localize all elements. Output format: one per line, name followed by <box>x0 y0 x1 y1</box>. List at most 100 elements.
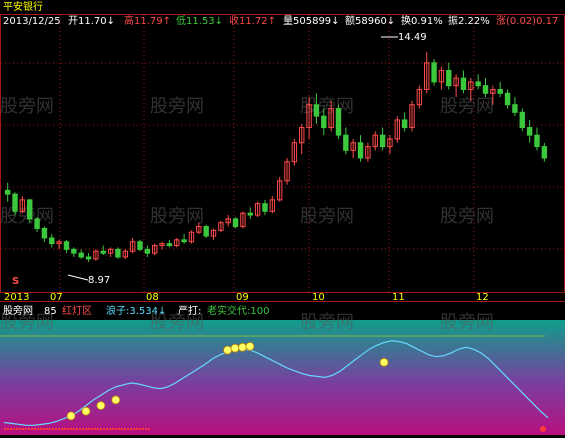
x-tick-label: 09 <box>236 292 249 303</box>
candle <box>357 135 364 162</box>
signal-dot <box>148 428 150 430</box>
change-value: 涨(0.02)0.17 <box>496 15 558 27</box>
indicator-marker <box>245 341 255 351</box>
signal-dot <box>118 428 120 430</box>
candle <box>416 85 423 109</box>
candle <box>387 135 393 155</box>
candle-body <box>446 69 452 87</box>
candle <box>541 142 548 162</box>
candle <box>78 249 84 259</box>
watermark-text: 股旁网 <box>440 206 494 227</box>
candle <box>71 247 77 257</box>
candle <box>56 239 62 250</box>
candle-body <box>379 134 386 148</box>
candle-body <box>431 62 437 83</box>
candle-body <box>166 243 173 247</box>
x-tick-label: 07 <box>50 292 63 303</box>
sell-signal-marker: S <box>12 276 19 287</box>
signal-dot <box>139 428 141 430</box>
candle <box>276 177 283 202</box>
watermark-text: 股旁网 <box>300 206 354 227</box>
candle-body <box>247 212 253 216</box>
candle <box>512 97 518 117</box>
signal-dot <box>31 428 33 430</box>
candle-body <box>343 134 349 151</box>
signal-dot <box>112 428 114 430</box>
signal-dot <box>145 428 147 430</box>
watermark-text: 股旁网 <box>300 312 354 333</box>
signal-dot <box>61 428 63 430</box>
candle <box>475 74 481 90</box>
indicator-marker <box>96 401 106 410</box>
candle <box>526 119 533 143</box>
indicator-marker <box>379 357 389 367</box>
candle <box>210 228 217 240</box>
amplitude-value: 振2.22% <box>448 14 490 27</box>
indicator-name: 股旁网 <box>3 304 33 317</box>
candle <box>262 199 268 216</box>
candle-body <box>232 218 239 228</box>
indicator-marker <box>230 343 240 353</box>
candle <box>93 249 99 261</box>
candle-body <box>27 199 33 220</box>
signal-dot <box>34 428 36 430</box>
candle <box>372 131 378 151</box>
candle <box>401 112 408 132</box>
signal-dot <box>127 428 129 430</box>
candle <box>137 239 143 252</box>
signal-dot <box>130 428 132 430</box>
candle-body <box>526 127 533 136</box>
signal-dot <box>73 428 75 430</box>
kline-chart-window[interactable]: 股旁网 股旁网 股旁网 股旁网 股旁网 股旁网 股旁网 股旁网 平安银行 2013/12/25… <box>0 0 565 435</box>
candle <box>232 217 239 229</box>
kline-chart-canvas[interactable]: 股旁网 股旁网 股旁网 股旁网股旁网 股旁网 股旁网 股旁网 平安银行 2013/12/25… <box>0 0 565 435</box>
candle-body <box>321 115 327 129</box>
indicator-panel-background <box>0 320 565 435</box>
close-price: 收11.72↑ <box>229 14 276 27</box>
candle <box>343 127 349 155</box>
signal-dot <box>142 428 144 430</box>
main-panel-frame <box>0 14 565 293</box>
candle-body <box>78 252 84 258</box>
candle-body <box>41 227 48 239</box>
candle-body <box>475 81 481 87</box>
candle <box>27 199 33 223</box>
signal-dot <box>25 428 27 430</box>
candle <box>438 66 445 90</box>
signal-dot <box>540 426 546 432</box>
candle <box>4 182 11 202</box>
signal-dot <box>58 428 60 430</box>
candle-body <box>144 248 151 254</box>
signal-dot <box>76 428 78 430</box>
high-price: 高11.79↑ <box>124 14 171 27</box>
signal-dot <box>22 428 24 430</box>
candle <box>299 123 305 155</box>
signal-dot <box>136 428 138 430</box>
indicator-strike-label: 严打: <box>178 304 201 317</box>
candle-body <box>137 241 143 250</box>
quote-date: 2013/12/25 <box>3 16 61 27</box>
watermark-text: 股旁网 <box>440 312 494 333</box>
candle <box>247 207 253 219</box>
indicator-ref-label: 老实交代:100 <box>207 304 269 317</box>
stock-name: 平安银行 <box>3 0 43 13</box>
candle-body <box>115 248 121 258</box>
candle <box>129 237 136 254</box>
candle <box>269 196 276 214</box>
signal-dot <box>52 428 54 430</box>
low-price: 低11.53↓ <box>176 14 223 27</box>
signal-dot <box>28 428 30 430</box>
candle <box>504 89 511 109</box>
candle <box>240 211 246 229</box>
signal-dot <box>16 428 18 430</box>
candle-body <box>512 104 518 113</box>
candle <box>534 127 540 151</box>
candle <box>41 226 48 242</box>
indicator-wave-label: 浪子:3.534↓ <box>106 304 166 317</box>
candle <box>218 220 224 233</box>
candle <box>49 234 55 248</box>
turnover-value: 换0.91% <box>401 14 443 27</box>
candlestick-series <box>4 51 548 262</box>
candle-body <box>497 88 503 94</box>
indicator-marker <box>223 345 232 355</box>
